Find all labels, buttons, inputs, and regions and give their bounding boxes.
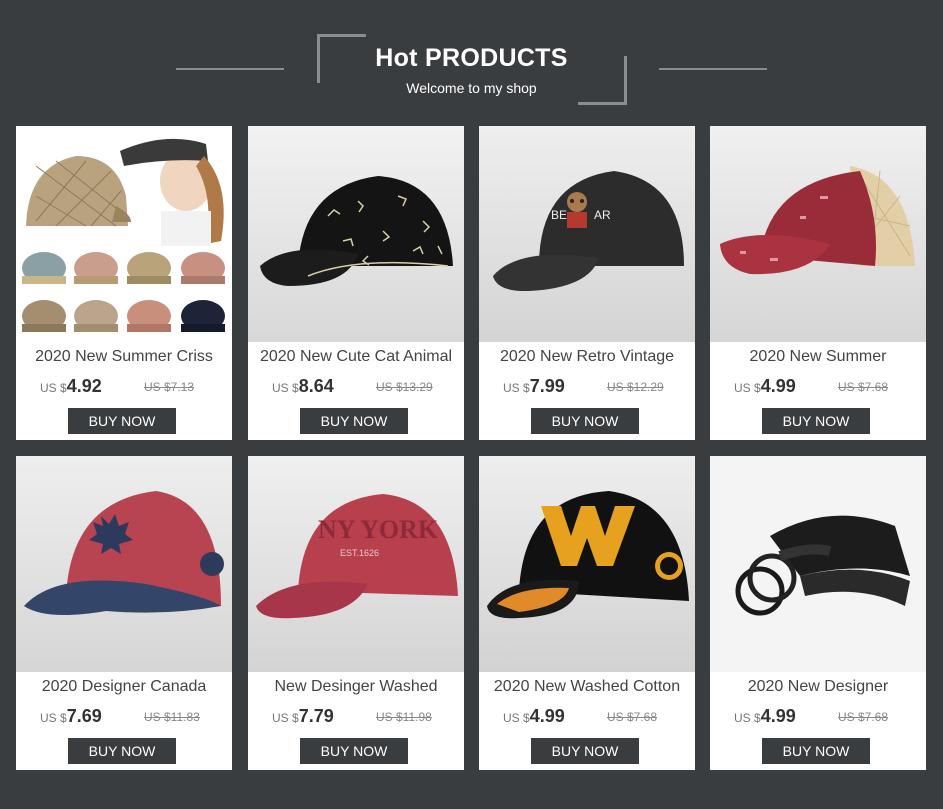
product-card[interactable]: 2020 Designer Canada US $7.69 US $11.83 … xyxy=(16,456,232,770)
product-old-price: US $12.29 xyxy=(607,380,664,394)
product-image[interactable] xyxy=(710,126,926,342)
product-name[interactable]: 2020 New Washed Cotton xyxy=(479,678,695,696)
product-card[interactable]: 2020 New Summer US $4.99 US $7.68 BUY NO… xyxy=(710,126,926,440)
product-image[interactable] xyxy=(710,456,926,672)
product-price: US $7.69 xyxy=(40,706,102,726)
product-price: US $7.79 xyxy=(272,706,334,726)
product-price: US $4.99 xyxy=(734,376,796,396)
buy-now-button[interactable]: BUY NOW xyxy=(300,408,408,434)
buy-now-button[interactable]: BUY NOW xyxy=(300,738,408,764)
buy-now-button[interactable]: BUY NOW xyxy=(68,408,176,434)
product-old-price: US $7.13 xyxy=(144,380,195,394)
product-card[interactable]: 2020 New Designer US $4.99 US $7.68 BUY … xyxy=(710,456,926,770)
product-price: US $8.64 xyxy=(272,376,334,396)
buy-now-button[interactable]: BUY NOW xyxy=(531,408,639,434)
product-price: US $4.99 xyxy=(503,706,565,726)
product-card[interactable]: 2020 New Cute Cat Animal US $8.64 US $13… xyxy=(248,126,464,440)
product-image[interactable] xyxy=(16,126,232,342)
product-old-price: US $11.83 xyxy=(144,710,200,724)
product-old-price: US $7.68 xyxy=(607,710,658,724)
svg-text:EST.1626: EST.1626 xyxy=(340,548,379,558)
section-subtitle: Welcome to my shop xyxy=(406,80,537,96)
product-image[interactable]: NY YORK EST.1626 xyxy=(248,456,464,672)
product-name[interactable]: 2020 Designer Canada xyxy=(16,678,232,696)
product-old-price: US $11.98 xyxy=(376,710,432,724)
product-name[interactable]: 2020 New Retro Vintage xyxy=(479,348,695,366)
product-grid: 2020 New Summer Criss US $4.92 US $7.13 … xyxy=(16,126,928,772)
product-image[interactable] xyxy=(479,456,695,672)
product-image[interactable]: BE AR xyxy=(479,126,695,342)
product-price: US $4.99 xyxy=(734,706,796,726)
product-image[interactable] xyxy=(248,126,464,342)
section-header: Hot PRODUCTS Welcome to my shop xyxy=(0,0,943,120)
product-name[interactable]: 2020 New Designer xyxy=(710,678,926,696)
svg-text:BE: BE xyxy=(551,208,567,222)
header-bracket-bottom-right xyxy=(578,56,627,105)
buy-now-button[interactable]: BUY NOW xyxy=(762,738,870,764)
product-old-price: US $7.68 xyxy=(838,380,889,394)
product-name[interactable]: 2020 New Cute Cat Animal xyxy=(248,348,464,366)
buy-now-button[interactable]: BUY NOW xyxy=(531,738,639,764)
product-image[interactable] xyxy=(16,456,232,672)
buy-now-button[interactable]: BUY NOW xyxy=(762,408,870,434)
product-card[interactable]: NY YORK EST.1626 New Desinger Washed US … xyxy=(248,456,464,770)
product-name[interactable]: 2020 New Summer Criss xyxy=(16,348,232,366)
svg-text:NY YORK: NY YORK xyxy=(318,515,439,544)
product-old-price: US $7.68 xyxy=(838,710,889,724)
product-name[interactable]: 2020 New Summer xyxy=(710,348,926,366)
product-card[interactable]: BE AR 2020 New Retro Vintage US $7.99 US… xyxy=(479,126,695,440)
product-name[interactable]: New Desinger Washed xyxy=(248,678,464,696)
product-card[interactable]: 2020 New Summer Criss US $4.92 US $7.13 … xyxy=(16,126,232,440)
product-card[interactable]: 2020 New Washed Cotton US $4.99 US $7.68… xyxy=(479,456,695,770)
product-price: US $4.92 xyxy=(40,376,102,396)
product-price: US $7.99 xyxy=(503,376,565,396)
section-title: Hot PRODUCTS xyxy=(375,44,568,72)
product-old-price: US $13.29 xyxy=(376,380,433,394)
svg-text:AR: AR xyxy=(594,208,611,222)
header-divider-right xyxy=(659,68,767,70)
buy-now-button[interactable]: BUY NOW xyxy=(68,738,176,764)
